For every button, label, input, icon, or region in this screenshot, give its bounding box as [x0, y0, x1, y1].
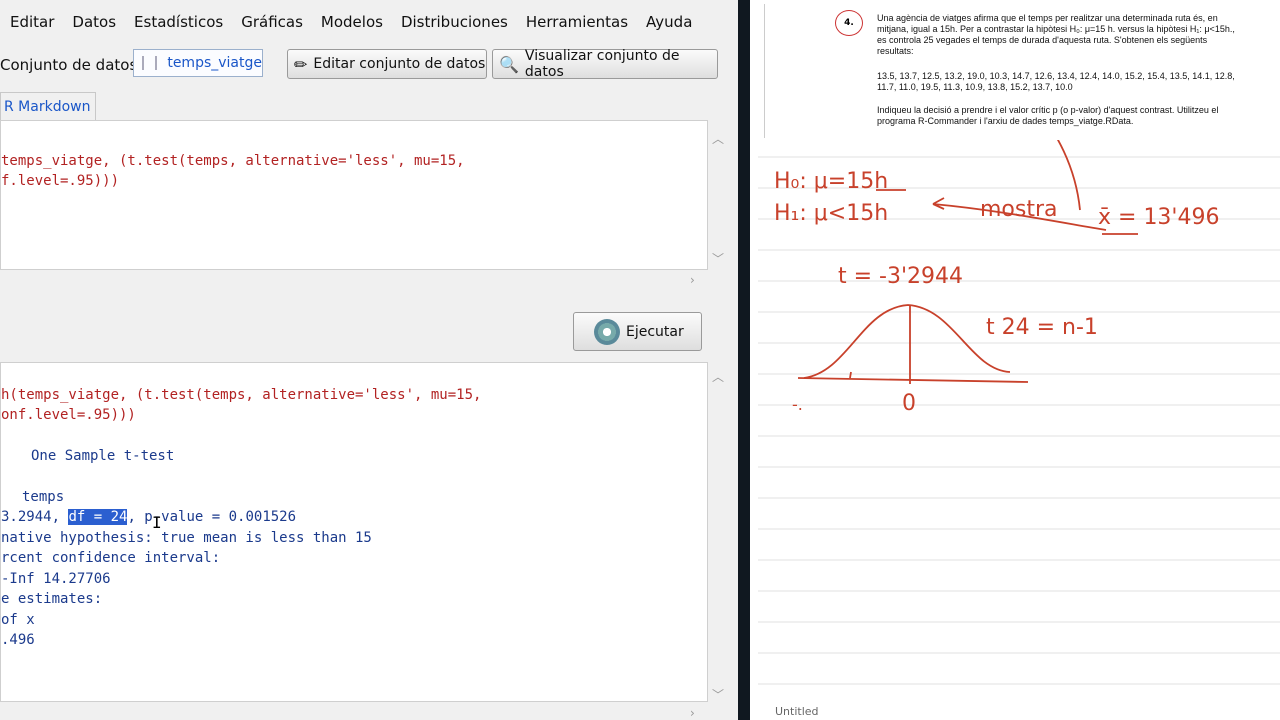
menu-graficas[interactable]: Gráficas — [241, 13, 303, 31]
problem-data-2: 11.7, 11.0, 19.5, 11.3, 10.9, 13.8, 15.2… — [877, 82, 1073, 92]
menu-bar: Editar Datos Estadísticos Gráficas Model… — [0, 0, 738, 44]
output-statistic-line: 3.2944, df = 24, p-value = 0.001526 — [1, 507, 296, 528]
output-ci-values: -Inf 14.27706 — [1, 571, 111, 587]
t-statistic: 3.2944, — [1, 509, 69, 525]
edit-dataset-button[interactable]: ✏ Editar conjunto de datos — [287, 49, 487, 79]
scroll-down-icon[interactable]: ﹀ — [712, 250, 724, 267]
handwritten-sample-mean: x̄ = 13'496 — [1098, 205, 1219, 230]
scroll-up-icon[interactable]: ︿ — [712, 130, 724, 147]
window-divider — [738, 0, 750, 720]
problem-instruction-1: Indiqueu la decisió a prendre i el valor… — [877, 105, 1219, 115]
run-button[interactable]: Ejecutar — [573, 312, 702, 351]
ruled-lines — [758, 156, 1280, 685]
problem-instruction-2: programa R-Commander i l'arxiu de dades … — [877, 116, 1134, 126]
handwritten-zero: 0 — [902, 391, 916, 416]
output-data-line: temps — [22, 489, 65, 505]
menu-editar[interactable]: Editar — [10, 13, 54, 31]
problem-data-1: 13.5, 13.7, 12.5, 13.2, 19.0, 10.3, 14.7… — [877, 71, 1235, 81]
r-commander-window: Editar Datos Estadísticos Gráficas Model… — [0, 0, 738, 720]
handwritten-degrees-freedom: t 24 = n-1 — [986, 315, 1098, 340]
arrow-head-left — [932, 197, 945, 210]
notes-window: 4. Una agència de viatges afirma que el … — [750, 0, 1280, 720]
menu-distribuciones[interactable]: Distribuciones — [401, 13, 508, 31]
ruled-notebook: H₀: μ=15h H₁: μ<15h mostra x̄ = 13'496 t… — [758, 140, 1280, 685]
output-test-title: One Sample t-test — [31, 448, 175, 464]
gear-icon — [594, 318, 620, 345]
magnifier-icon: 🔍 — [499, 54, 519, 74]
output-command-line-2: onf.level=.95))) — [1, 407, 136, 423]
problem-line-2: mitjana, igual a 15h. Per a contrastar l… — [877, 24, 1235, 34]
scroll-right-icon[interactable]: › — [690, 706, 695, 720]
handwritten-t-statistic: t = -3'2944 — [838, 264, 963, 289]
output-vscrollbar[interactable]: ︿ ﹀ — [708, 366, 730, 702]
table-icon — [142, 56, 158, 70]
problem-statement: 4. Una agència de viatges afirma que el … — [764, 4, 1273, 138]
script-line-1: temps_viatge, (t.test(temps, alternative… — [1, 153, 465, 169]
text-cursor-icon: I — [152, 513, 162, 532]
output-estimates-heading: e estimates: — [1, 591, 103, 607]
handwritten-minus: -. — [792, 395, 803, 414]
view-dataset-button[interactable]: 🔍 Visualizar conjunto de datos — [492, 48, 718, 80]
problem-line-3: es controla 25 vegades el temps de durad… — [877, 35, 1208, 45]
output-ci-heading: rcent confidence interval: — [1, 550, 221, 566]
script-line-2: f.level=.95))) — [1, 173, 120, 189]
problem-line-1: Una agència de viatges afirma que el tem… — [877, 13, 1218, 23]
dataset-toolbar: Conjunto de datos: temps_viatge ✏ Editar… — [0, 44, 738, 84]
bell-curve — [803, 304, 1011, 379]
output-command-line-1: h(temps_viatge, (t.test(temps, alternati… — [1, 387, 482, 403]
script-vscrollbar[interactable]: ︿ ﹀ — [708, 126, 730, 270]
script-editor[interactable]: temps_viatge, (t.test(temps, alternative… — [0, 120, 708, 270]
problem-line-4: resultats: — [877, 46, 914, 56]
active-dataset-name: temps_viatge — [167, 55, 262, 71]
df-selection[interactable]: df = 24 — [68, 509, 128, 525]
curve-baseline — [797, 377, 1029, 383]
document-title: Untitled — [775, 705, 819, 718]
scroll-up-icon[interactable]: ︿ — [712, 368, 724, 385]
dataset-label: Conjunto de datos: — [0, 56, 143, 74]
pencil-icon: ✏ — [294, 54, 308, 74]
scroll-down-icon[interactable]: ﹀ — [712, 686, 724, 703]
output-estimate-value: .496 — [1, 632, 35, 648]
problem-number: 4. — [835, 10, 863, 36]
menu-estadisticos[interactable]: Estadísticos — [134, 13, 223, 31]
handwritten-h0: H₀: μ=15h — [774, 169, 888, 194]
output-alternative: native hypothesis: true mean is less tha… — [1, 530, 372, 546]
active-dataset-button[interactable]: temps_viatge — [133, 49, 263, 77]
menu-datos[interactable]: Datos — [72, 13, 116, 31]
menu-ayuda[interactable]: Ayuda — [646, 13, 692, 31]
menu-herramientas[interactable]: Herramientas — [526, 13, 628, 31]
tab-r-markdown[interactable]: R Markdown — [0, 92, 96, 120]
menu-modelos[interactable]: Modelos — [321, 13, 383, 31]
output-window[interactable]: h(temps_viatge, (t.test(temps, alternati… — [0, 362, 708, 702]
run-button-label: Ejecutar — [626, 323, 684, 340]
handwritten-mostra: mostra — [980, 197, 1058, 222]
handwritten-h1: H₁: μ<15h — [774, 201, 888, 226]
critical-tick — [849, 371, 852, 379]
view-dataset-label: Visualizar conjunto de datos — [524, 48, 680, 80]
scroll-right-icon[interactable]: › — [690, 273, 695, 287]
output-estimate-name: of x — [1, 612, 35, 628]
edit-dataset-label: Editar conjunto de datos — [313, 56, 486, 72]
